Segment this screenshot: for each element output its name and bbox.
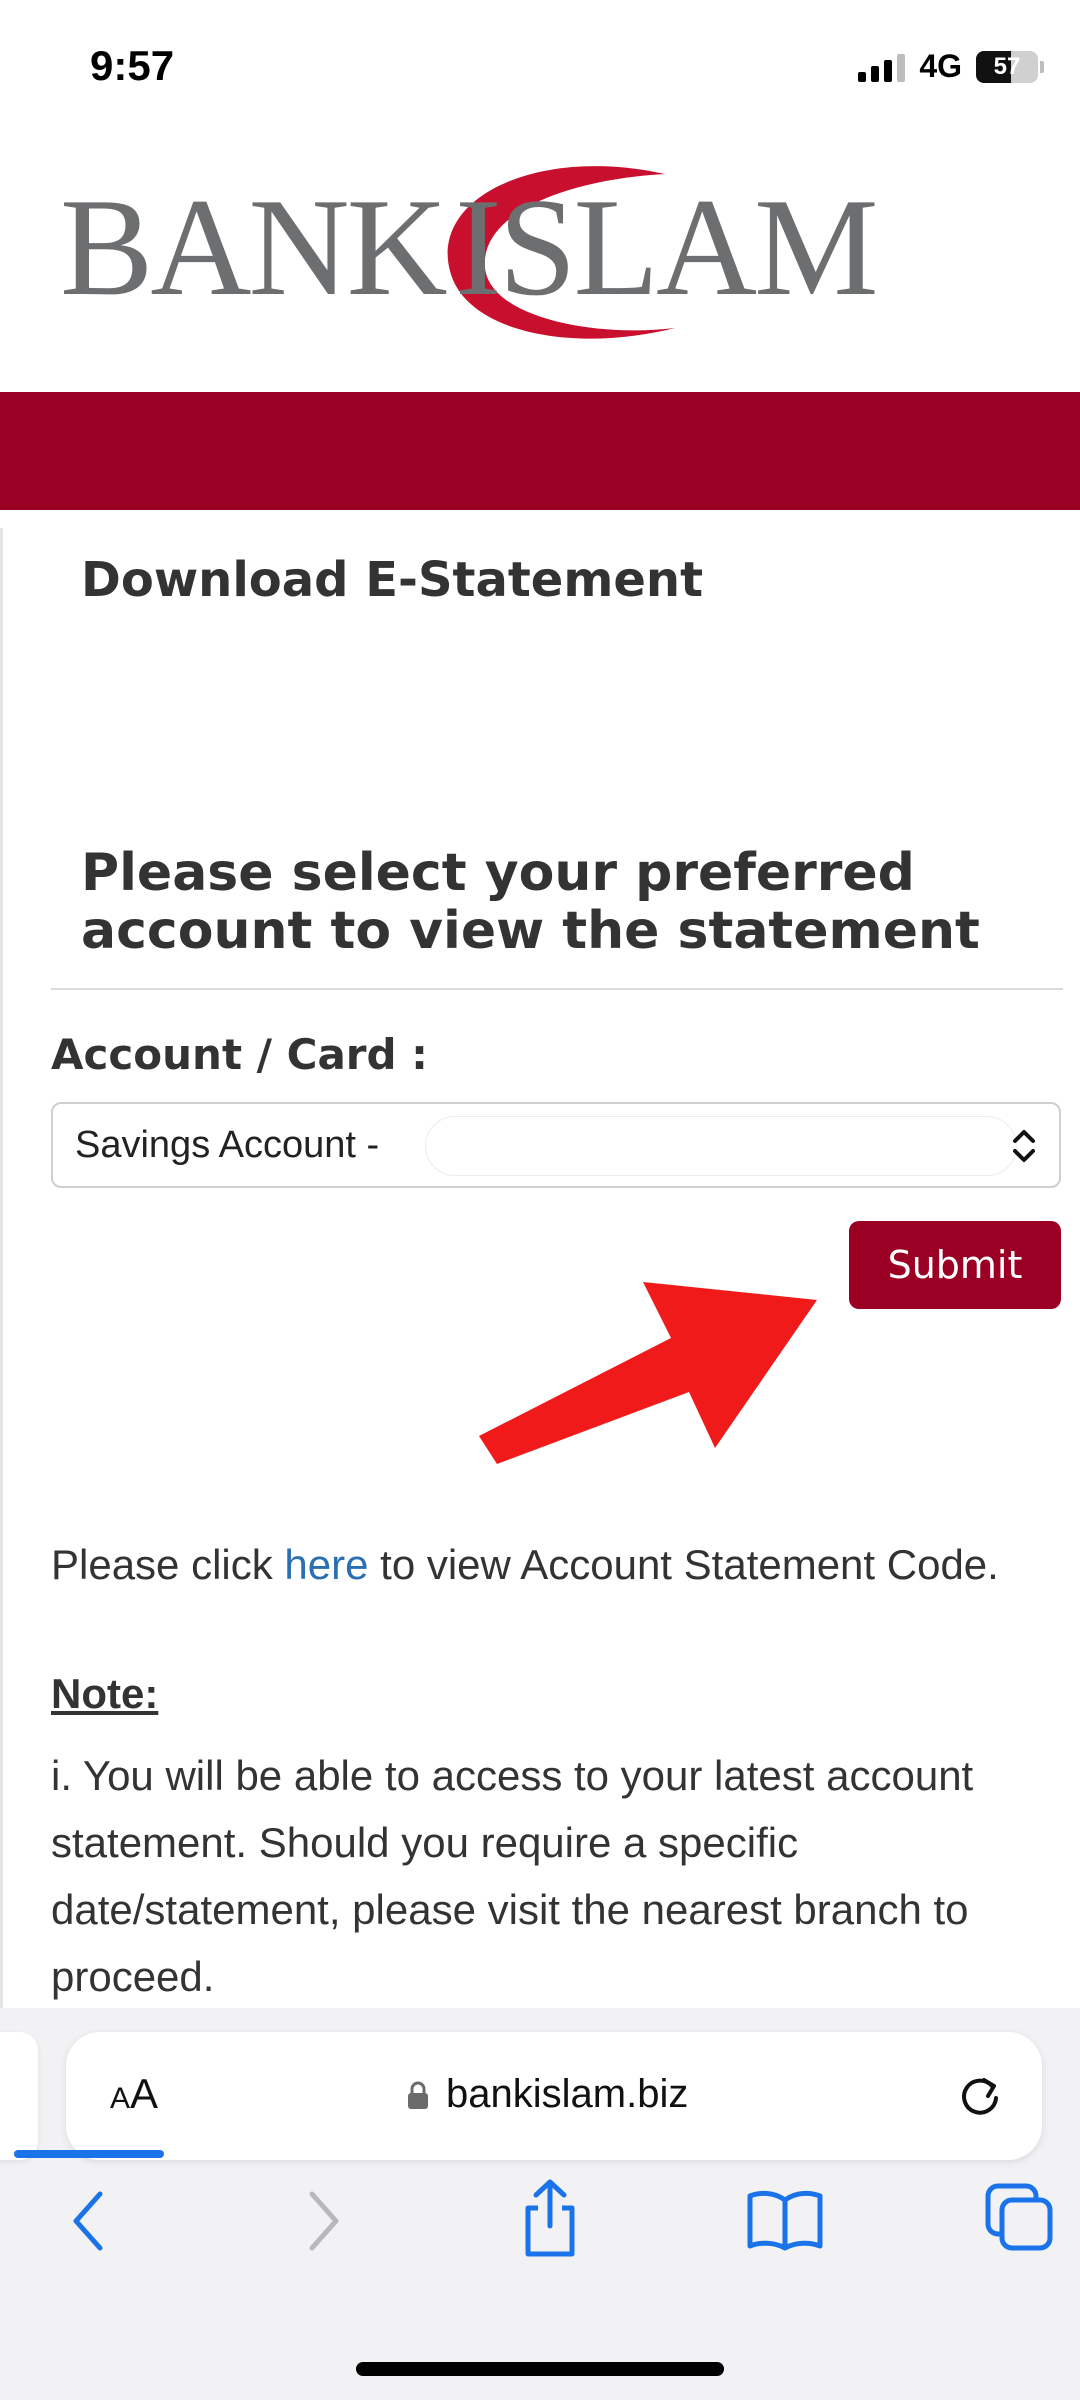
submit-button[interactable]: Submit	[849, 1221, 1061, 1309]
status-indicators: 4G 57	[858, 48, 1044, 85]
previous-tab-peek[interactable]	[0, 2032, 38, 2160]
status-time: 9:57	[90, 42, 175, 89]
logo-text-bank: BANK	[60, 170, 448, 325]
here-link[interactable]: here	[284, 1541, 368, 1588]
battery-cap	[1040, 60, 1044, 73]
lock-icon	[408, 2081, 428, 2109]
tab-progress-indicator	[14, 2150, 164, 2158]
url-display[interactable]: bankislam.biz	[406, 2072, 688, 2117]
bank-islam-logo: BANK ISLAM	[60, 150, 880, 370]
status-bar: 9:57 4G 57	[0, 0, 1080, 130]
cellular-signal-icon	[858, 52, 906, 82]
select-account-prompt: Please select your preferred account to …	[81, 843, 980, 961]
bookmarks-icon[interactable]	[746, 2188, 824, 2252]
estatement-panel: Download E-Statement Please select your …	[0, 528, 1080, 2008]
info-suffix: to view Account Statement Code.	[368, 1541, 999, 1588]
logo-text-islam: ISLAM	[455, 170, 879, 325]
page-title: Download E-Statement	[81, 552, 704, 608]
chevron-updown-icon	[1013, 1130, 1035, 1162]
page-settings-button[interactable]: AA	[110, 2070, 158, 2118]
network-type: 4G	[919, 48, 962, 84]
account-card-label: Account / Card :	[51, 1030, 428, 1079]
info-prefix: Please click	[51, 1541, 285, 1588]
aa-small: A	[110, 2082, 131, 2115]
forward-icon[interactable]	[298, 2186, 348, 2256]
url-text: bankislam.biz	[446, 2072, 689, 2116]
note-heading: Note:	[51, 1670, 159, 1717]
red-arrow-annotation	[479, 1282, 817, 1464]
browser-nav-row	[0, 2168, 1080, 2278]
account-select-value: Savings Account -	[75, 1124, 380, 1166]
header-band	[0, 392, 1080, 510]
battery-percent: 57	[993, 52, 1021, 80]
divider	[51, 988, 1063, 990]
statement-code-info: Please click here to view Account Statem…	[51, 1528, 1051, 1602]
back-icon[interactable]	[64, 2186, 114, 2256]
aa-large: A	[130, 2070, 159, 2117]
home-indicator[interactable]	[356, 2362, 724, 2376]
account-select[interactable]: Savings Account -	[51, 1102, 1061, 1188]
tabs-icon[interactable]	[984, 2182, 1054, 2252]
address-bar[interactable]: AA bankislam.biz	[66, 2032, 1042, 2160]
browser-toolbar: AA bankislam.biz	[0, 2008, 1080, 2400]
note-text: i. You will be able to access to your la…	[51, 1752, 974, 2000]
redacted-account-number	[425, 1116, 1017, 1176]
battery-icon: 57	[976, 50, 1038, 83]
share-icon[interactable]	[518, 2176, 582, 2260]
reload-icon[interactable]	[954, 2070, 1006, 2122]
